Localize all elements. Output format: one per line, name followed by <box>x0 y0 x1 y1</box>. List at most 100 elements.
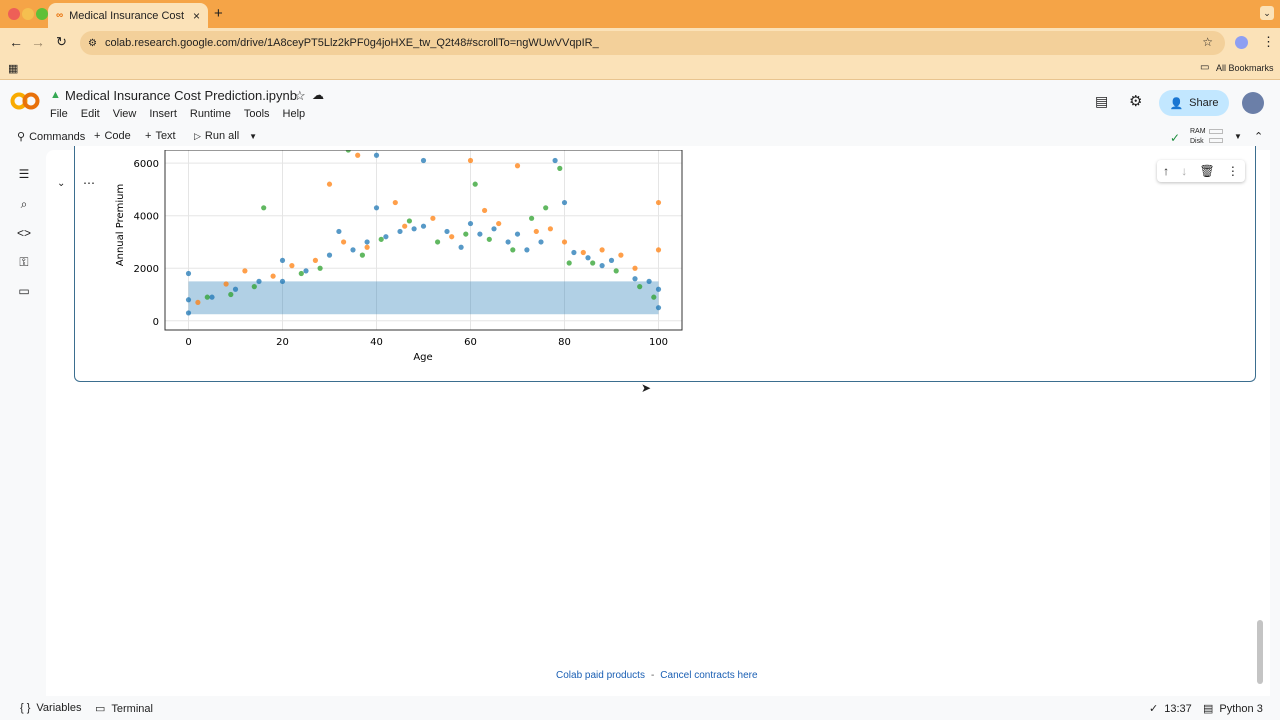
add-text-button[interactable]: + Text <box>145 130 176 142</box>
y-tick-label: 4000 <box>134 212 159 223</box>
menu-runtime[interactable]: Runtime <box>190 108 231 120</box>
scatter-point <box>185 270 192 277</box>
text-label: Text <box>155 130 176 142</box>
site-info-icon[interactable]: ⚙ <box>88 38 97 49</box>
minimize-window-button[interactable] <box>22 8 34 20</box>
reload-icon[interactable]: ↻ <box>56 34 67 50</box>
comments-icon[interactable]: ▤ <box>1095 93 1108 110</box>
dense-point-cloud <box>188 281 659 315</box>
scatter-point <box>228 291 234 298</box>
browser-tab[interactable]: ∞ Medical Insurance Cost Predi × <box>48 3 208 28</box>
status-bar: { } Variables ▭ Terminal ✓ 13:37 ▤ Pytho… <box>0 697 1280 720</box>
scatter-point <box>590 260 596 266</box>
scatter-point <box>223 281 229 287</box>
files-folder-icon[interactable]: ▭ <box>14 281 34 301</box>
close-tab-icon[interactable]: × <box>193 9 200 23</box>
bookmark-star-icon[interactable]: ☆ <box>1202 35 1213 49</box>
menu-tools[interactable]: Tools <box>244 108 270 120</box>
scatter-point <box>209 294 215 300</box>
scatter-point <box>637 284 643 290</box>
scatter-point <box>491 226 497 232</box>
kernel-icon: ▤ <box>1203 703 1214 715</box>
run-all-button[interactable]: ▷ Run all ▼ <box>194 130 257 142</box>
scatter-point <box>482 207 488 214</box>
account-avatar[interactable] <box>1242 92 1264 114</box>
menu-insert[interactable]: Insert <box>149 108 177 120</box>
output-cell[interactable]: ⌄ ⋯ 0 20 40 60 80 100 0 2000 4000 6000 Age Annual… <box>57 146 1256 382</box>
settings-gear-icon[interactable]: ⚙ <box>1129 92 1142 110</box>
menu-file[interactable]: File <box>50 108 68 120</box>
profile-avatar[interactable] <box>1235 36 1248 49</box>
move-up-icon[interactable]: ↑ <box>1163 164 1169 178</box>
browser-menu-icon[interactable]: ⋮ <box>1262 34 1275 50</box>
add-code-button[interactable]: + Code <box>94 130 131 142</box>
star-icon[interactable]: ☆ <box>294 88 306 104</box>
cloud-saved-icon: ☁ <box>312 88 324 102</box>
scrollbar[interactable] <box>1257 620 1263 684</box>
play-icon: ▷ <box>194 130 201 141</box>
chevron-down-icon[interactable]: ▼ <box>249 132 257 141</box>
collapse-output-icon[interactable]: ⌄ <box>57 178 65 189</box>
scatter-point <box>312 257 318 263</box>
scatter-point <box>383 234 389 240</box>
menu-view[interactable]: View <box>113 108 137 120</box>
scatter-point <box>467 157 474 164</box>
move-down-icon[interactable]: ↓ <box>1181 164 1187 178</box>
scatter-point <box>444 228 450 235</box>
left-sidebar: ☰ ⌕ <> ⚿ ▭ <box>0 158 46 698</box>
notebook-title[interactable]: Medical Insurance Cost Prediction.ipynb <box>65 88 297 103</box>
x-tick-label: 80 <box>558 337 571 348</box>
cancel-contracts-link[interactable]: Cancel contracts here <box>660 670 757 681</box>
menu-edit[interactable]: Edit <box>81 108 100 120</box>
scatter-point <box>467 220 474 227</box>
scatter-point <box>289 263 295 269</box>
plus-icon: + <box>145 130 152 142</box>
find-replace-icon[interactable]: ⌕ <box>14 194 34 214</box>
tab-search-icon[interactable]: ⌄ <box>1260 6 1274 20</box>
scatter-point <box>514 231 521 237</box>
execution-status[interactable]: ✓ 13:37 <box>1149 702 1192 716</box>
scatter-point <box>397 228 403 235</box>
colab-logo-icon[interactable] <box>10 91 40 111</box>
all-bookmarks-link[interactable]: All Bookmarks <box>1216 63 1274 73</box>
address-bar[interactable]: ⚙ colab.research.google.com/drive/1A8cey… <box>80 31 1225 55</box>
collapse-header-icon[interactable]: ⌃ <box>1254 130 1263 143</box>
kernel-status[interactable]: ▤ Python 3 <box>1203 702 1263 716</box>
scatter-point <box>557 165 563 171</box>
scatter-point <box>538 239 544 245</box>
resources-indicator[interactable]: RAM Disk <box>1190 127 1206 147</box>
scatter-point <box>529 215 535 221</box>
variables-button[interactable]: { } Variables <box>20 702 81 714</box>
scatter-point <box>510 247 516 253</box>
scatter-point <box>326 252 333 258</box>
runtime-dropdown-icon[interactable]: ▼ <box>1234 132 1242 141</box>
tab-title: Medical Insurance Cost Predi <box>69 9 187 22</box>
check-icon: ✓ <box>1149 703 1159 715</box>
table-of-contents-icon[interactable]: ☰ <box>14 164 34 184</box>
forward-icon[interactable]: → <box>31 34 45 50</box>
code-snippets-icon[interactable]: <> <box>14 223 34 243</box>
notebook-area: ⌄ ⋯ 0 20 40 60 80 100 0 2000 4000 6000 Age Annual… <box>46 146 1270 696</box>
scatter-point <box>651 294 657 300</box>
scatter-point <box>411 226 417 232</box>
scatter-point <box>364 244 370 250</box>
maximize-window-button[interactable] <box>36 8 48 20</box>
scatter-point <box>298 270 304 277</box>
back-icon[interactable]: ← <box>9 34 23 50</box>
paid-products-link[interactable]: Colab paid products <box>556 670 645 681</box>
output-actions-icon[interactable]: ⋯ <box>83 176 95 190</box>
commands-button[interactable]: ⚲ Commands <box>17 130 85 144</box>
terminal-button[interactable]: ▭ Terminal <box>95 702 153 716</box>
y-tick-label: 0 <box>153 317 159 328</box>
share-button[interactable]: 👤 Share <box>1159 90 1229 116</box>
menu-help[interactable]: Help <box>283 108 306 120</box>
y-tick-label: 2000 <box>134 264 159 275</box>
more-options-icon[interactable]: ⋮ <box>1227 164 1239 178</box>
new-tab-icon[interactable]: + <box>214 5 223 22</box>
scatter-point <box>561 239 568 245</box>
apps-grid-icon[interactable]: ▦ <box>8 62 18 75</box>
delete-icon[interactable]: 🗑 <box>1199 164 1214 178</box>
close-window-button[interactable] <box>8 8 20 20</box>
scatter-point <box>566 260 572 266</box>
secrets-key-icon[interactable]: ⚿ <box>14 252 34 272</box>
